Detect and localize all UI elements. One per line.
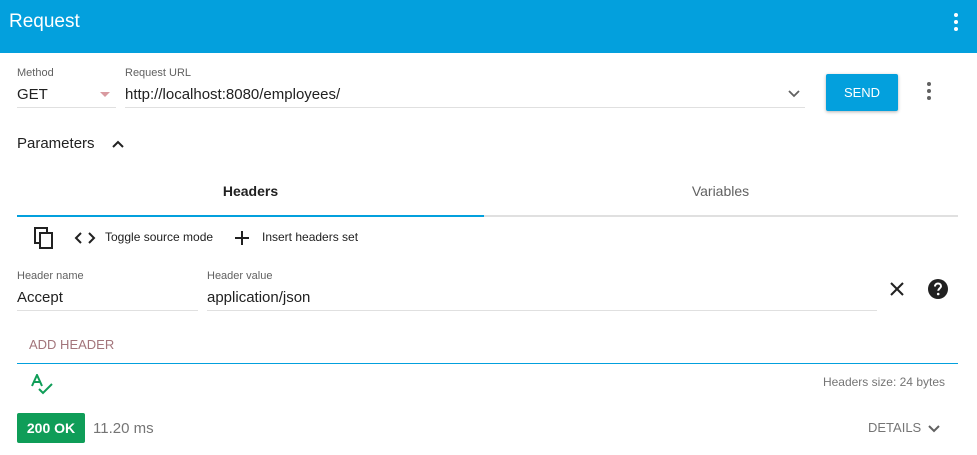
app-title: Request <box>9 11 80 32</box>
header-name-underline <box>17 310 198 311</box>
header-name-input[interactable]: Accept <box>17 289 63 306</box>
url-underline <box>125 107 805 108</box>
chevron-down-icon[interactable] <box>786 86 802 102</box>
app-bar: Request <box>0 0 977 53</box>
details-button[interactable]: DETAILS <box>868 420 921 435</box>
header-value-label: Header value <box>207 270 273 282</box>
parameters-toggle[interactable]: Parameters <box>17 135 95 152</box>
copy-icon[interactable] <box>34 227 54 249</box>
more-vert-icon[interactable] <box>951 13 961 33</box>
send-button[interactable]: SEND <box>826 74 898 111</box>
url-input[interactable]: http://localhost:8080/employees/ <box>125 86 340 103</box>
header-value-underline <box>207 310 877 311</box>
plus-icon[interactable] <box>234 230 250 246</box>
code-icon[interactable] <box>74 230 96 246</box>
help-icon[interactable] <box>927 278 949 300</box>
add-header-underline <box>17 363 958 364</box>
status-badge: 200 OK <box>17 413 85 443</box>
tab-variables[interactable]: Variables <box>487 183 954 199</box>
url-label: Request URL <box>125 67 192 79</box>
add-header-button[interactable]: ADD HEADER <box>29 337 114 352</box>
active-tab-indicator <box>17 215 484 217</box>
chevron-down-icon[interactable] <box>926 421 942 437</box>
headers-size-text: Headers size: 24 bytes <box>822 375 945 389</box>
dropdown-arrow-icon[interactable] <box>100 92 110 97</box>
method-label: Method <box>17 67 54 79</box>
tab-headers[interactable]: Headers <box>17 183 484 199</box>
method-select[interactable]: GET <box>17 86 48 103</box>
response-time: 11.20 ms <box>93 420 154 437</box>
chevron-up-icon[interactable] <box>110 136 126 152</box>
header-value-input[interactable]: application/json <box>207 289 310 306</box>
close-icon[interactable] <box>889 281 905 297</box>
insert-headers-set-button[interactable]: Insert headers set <box>262 230 358 244</box>
toggle-source-mode-button[interactable]: Toggle source mode <box>105 230 213 244</box>
request-more-vert-icon[interactable] <box>924 82 934 102</box>
header-name-label: Header name <box>17 270 84 282</box>
method-underline <box>17 107 116 108</box>
spellcheck-icon[interactable] <box>30 374 54 396</box>
